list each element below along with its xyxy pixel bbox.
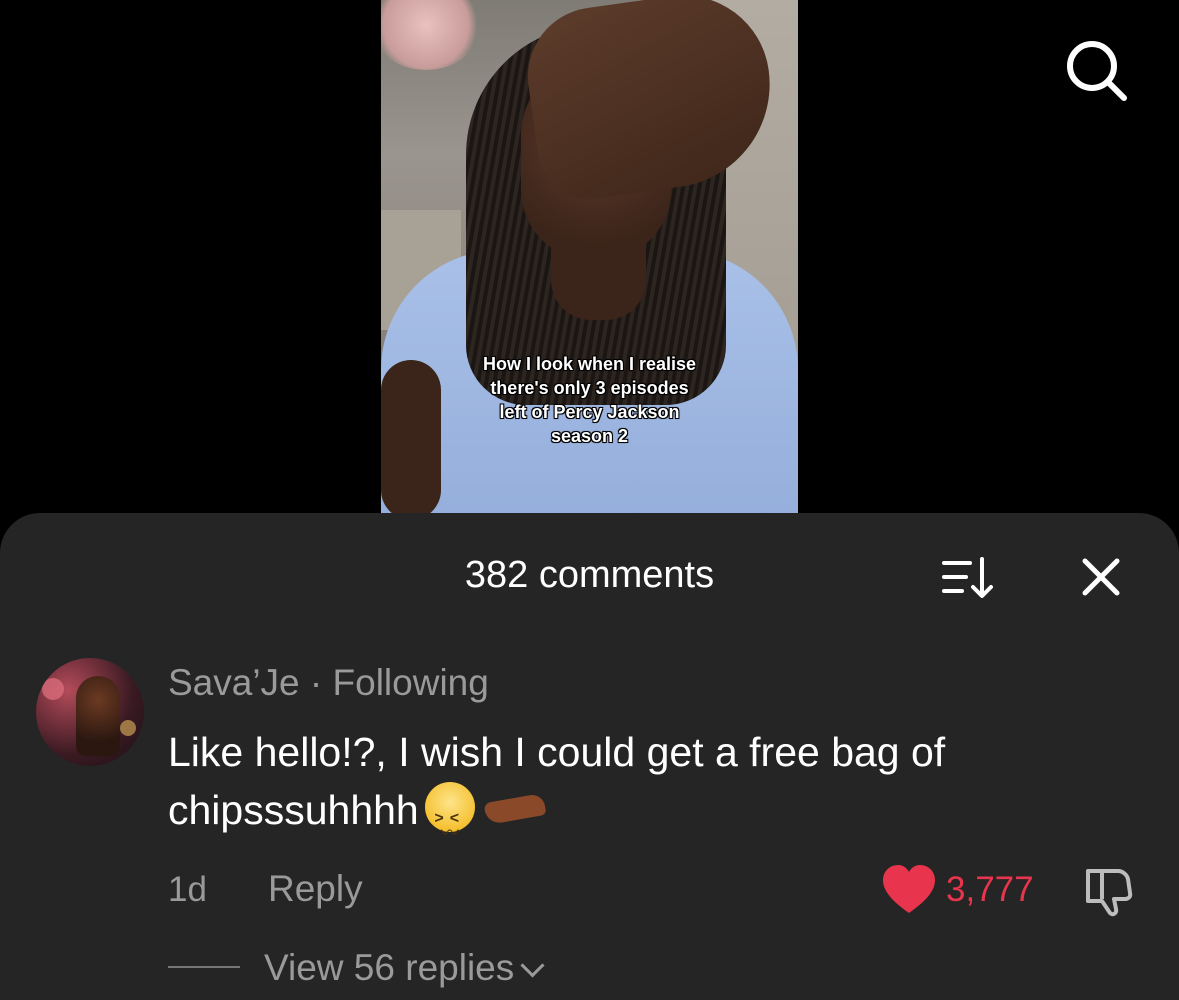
avatar-light [120,720,136,736]
meta-separator: · [299,662,333,703]
pink-lamp [381,0,481,70]
like-count: 3,777 [946,870,1034,909]
comment-age: 1d [168,870,207,909]
comments-count-title: 382 comments [464,554,715,596]
avatar[interactable] [36,658,144,766]
view-replies-label: View 56 replies [264,947,515,988]
confounded-face-icon [424,782,475,862]
thumbs-down-icon[interactable] [1080,863,1136,919]
chevron-down-icon [520,953,545,978]
replies-divider [168,966,240,968]
following-label: Following [332,662,489,703]
comment-body: Like hello!?, I wish I could get a free … [168,723,1128,862]
avatar-light [42,678,64,700]
reply-button[interactable]: Reply [268,866,363,912]
video-player[interactable]: How I look when I realise there's only 3… [381,0,798,520]
view-replies-button[interactable]: View 56 replies [264,945,545,991]
sort-icon[interactable] [940,553,996,603]
video-caption: How I look when I realise there's only 3… [482,354,697,446]
comment-author[interactable]: Sava’Je [168,662,300,703]
close-icon[interactable] [1077,553,1125,601]
search-icon[interactable] [1062,36,1130,104]
comment-text: Like hello!?, I wish I could get a free … [168,729,946,833]
comments-sheet: 382 comments Sava’Je · Following Like he… [0,513,1179,1000]
avatar-figure [76,676,120,756]
heart-icon[interactable] [880,861,938,919]
palm-up-hand-icon [483,792,547,826]
comment-meta: Sava’Je · Following [168,663,489,703]
